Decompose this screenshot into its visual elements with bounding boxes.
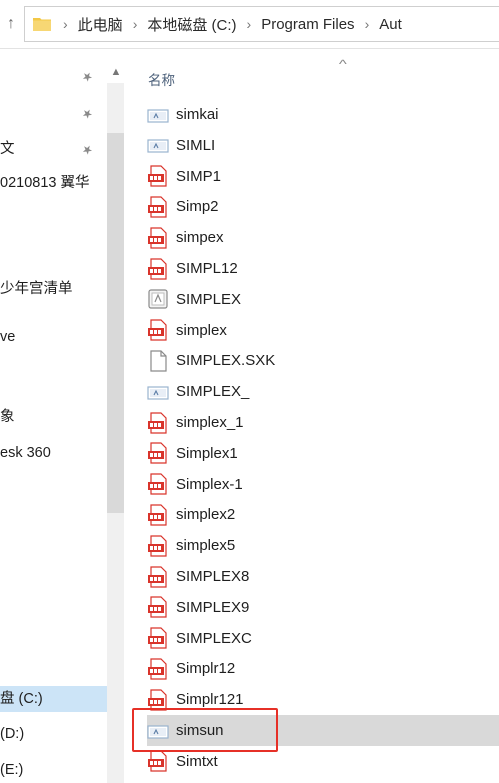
file-name: SIMPL12 xyxy=(176,260,238,277)
nav-item-drive-e[interactable]: (E:) xyxy=(0,757,112,782)
file-row[interactable]: simkai xyxy=(147,99,499,130)
file-row[interactable]: Simplr12 xyxy=(147,653,499,684)
highlight-box xyxy=(132,708,278,752)
file-name: simplex2 xyxy=(176,506,236,524)
shx-file-icon xyxy=(147,535,169,557)
shx-file-icon xyxy=(147,627,169,649)
file-name: simkai xyxy=(176,106,219,123)
file-row[interactable]: simpex xyxy=(147,222,499,253)
file-name: Simp2 xyxy=(176,198,219,216)
nav-item-label: 盘 (C:) xyxy=(0,691,43,707)
file-row[interactable]: SIMPLEX_ xyxy=(147,376,499,407)
file-row[interactable]: SIMPLEX xyxy=(147,284,499,315)
file-name: Simplr121 xyxy=(176,691,244,709)
nav-item-images[interactable]: 象 xyxy=(0,404,112,430)
font-file-icon xyxy=(147,288,169,310)
file-name: SIMPLEXC xyxy=(176,629,252,647)
file-row[interactable]: simplex5 xyxy=(147,530,499,561)
file-name: Simplr12 xyxy=(176,660,236,678)
chevron-right-icon[interactable]: › xyxy=(247,16,252,32)
breadcrumb: › 此电脑 › 本地磁盘 (C:) › Program Files › Aut xyxy=(59,7,402,41)
shx-file-icon xyxy=(147,411,169,434)
file-row[interactable]: simplex_1 xyxy=(147,407,499,438)
column-header-name[interactable]: 名称 xyxy=(148,69,175,89)
nav-item-onedrive[interactable]: ve xyxy=(0,324,112,350)
file-list-pane: ^ 名称 simkai SIMLI SIMP1 Simp2 simpex SIMPL12 S… xyxy=(130,49,499,782)
file-name: SIMPLEX9 xyxy=(176,598,250,616)
shx-file-icon xyxy=(147,257,169,280)
blank-file-icon xyxy=(147,350,169,372)
file-name: simplex xyxy=(176,321,227,339)
chevron-right-icon[interactable]: › xyxy=(63,16,68,32)
nav-item-folder-0210813[interactable]: 0210813 翼华 xyxy=(0,170,112,196)
file-name: SIMPLEX.SXK xyxy=(176,352,276,370)
breadcrumb-item-this-pc[interactable]: 此电脑 xyxy=(78,14,123,35)
nav-item-label: 文 xyxy=(0,141,15,157)
address-bar[interactable]: › 此电脑 › 本地磁盘 (C:) › Program Files › Aut xyxy=(24,6,499,42)
nav-item-label: esk 360 xyxy=(0,445,51,461)
generic-file-icon xyxy=(147,381,169,403)
chevron-right-icon[interactable]: › xyxy=(133,16,138,32)
sort-ascending-icon: ^ xyxy=(338,57,347,71)
shx-file-icon xyxy=(147,473,169,495)
file-name: Simplex1 xyxy=(176,444,238,462)
up-arrow-icon[interactable]: ↑ xyxy=(2,13,20,35)
breadcrumb-item-program-files[interactable]: Program Files xyxy=(261,16,354,33)
file-row[interactable]: simplex xyxy=(147,315,499,346)
file-name: Simtxt xyxy=(176,752,218,770)
nav-scrollbar[interactable] xyxy=(107,83,124,783)
file-row[interactable]: SIMPLEX9 xyxy=(147,592,499,623)
file-name: simpex xyxy=(176,229,224,247)
file-name: SIMLI xyxy=(176,136,216,154)
shx-file-icon xyxy=(147,750,169,772)
nav-item-label: ve xyxy=(0,329,16,345)
generic-file-icon xyxy=(147,104,169,126)
file-name: simplex5 xyxy=(176,537,236,555)
file-name: SIMPLEX xyxy=(176,290,242,308)
shx-file-icon xyxy=(147,596,169,618)
file-row[interactable]: SIMLI xyxy=(147,130,499,161)
shx-file-icon xyxy=(147,196,169,218)
shx-file-icon xyxy=(147,504,169,526)
shx-file-icon xyxy=(147,227,169,249)
breadcrumb-item-aut[interactable]: Aut xyxy=(379,16,402,33)
file-row[interactable]: Simp2 xyxy=(147,191,499,222)
address-bar-row: ↑ › 此电脑 › 本地磁盘 (C:) › Program Files › Au… xyxy=(0,0,499,49)
file-name: simplex_1 xyxy=(176,414,244,431)
file-name: SIMP1 xyxy=(176,167,222,185)
file-name: Simplex-1 xyxy=(176,475,243,493)
nav-item-label: 少年宫清单 xyxy=(0,281,73,297)
shx-file-icon xyxy=(147,319,169,341)
nav-item-drive-d[interactable]: (D:) xyxy=(0,721,112,747)
nav-item-label: (D:) xyxy=(0,726,25,742)
nav-item-label: (E:) xyxy=(0,762,24,778)
nav-item-autodesk-360[interactable]: esk 360 xyxy=(0,440,112,466)
scroll-up-arrow-icon[interactable]: ▲ xyxy=(109,66,123,78)
folder-icon xyxy=(33,18,51,31)
file-name: SIMPLEX_ xyxy=(176,383,250,401)
nav-item-folder-list[interactable]: 少年宫清单 xyxy=(0,276,112,302)
shx-file-icon xyxy=(147,658,169,680)
shx-file-icon xyxy=(147,565,169,588)
nav-scrollbar-thumb[interactable] xyxy=(107,133,124,513)
file-row[interactable]: SIMPL12 xyxy=(147,253,499,284)
nav-item-drive-c[interactable]: 盘 (C:) xyxy=(0,686,122,712)
file-row[interactable]: SIMP1 xyxy=(147,161,499,192)
file-row[interactable]: Simplex-1 xyxy=(147,469,499,500)
file-row[interactable]: SIMPLEX.SXK xyxy=(147,345,499,376)
shx-file-icon xyxy=(147,165,169,187)
file-name: SIMPLEX8 xyxy=(176,568,250,585)
nav-item-label: 象 xyxy=(0,409,15,425)
file-row[interactable]: SIMPLEX8 xyxy=(147,561,499,592)
chevron-right-icon[interactable]: › xyxy=(365,16,370,32)
breadcrumb-item-local-disk-c[interactable]: 本地磁盘 (C:) xyxy=(147,14,236,35)
file-row[interactable]: SIMPLEXC xyxy=(147,623,499,654)
shx-file-icon xyxy=(147,442,169,464)
nav-item-label: 0210813 翼华 xyxy=(0,175,90,191)
file-row[interactable]: Simplex1 xyxy=(147,438,499,469)
file-row[interactable]: simplex2 xyxy=(147,499,499,530)
generic-file-icon xyxy=(147,134,169,156)
